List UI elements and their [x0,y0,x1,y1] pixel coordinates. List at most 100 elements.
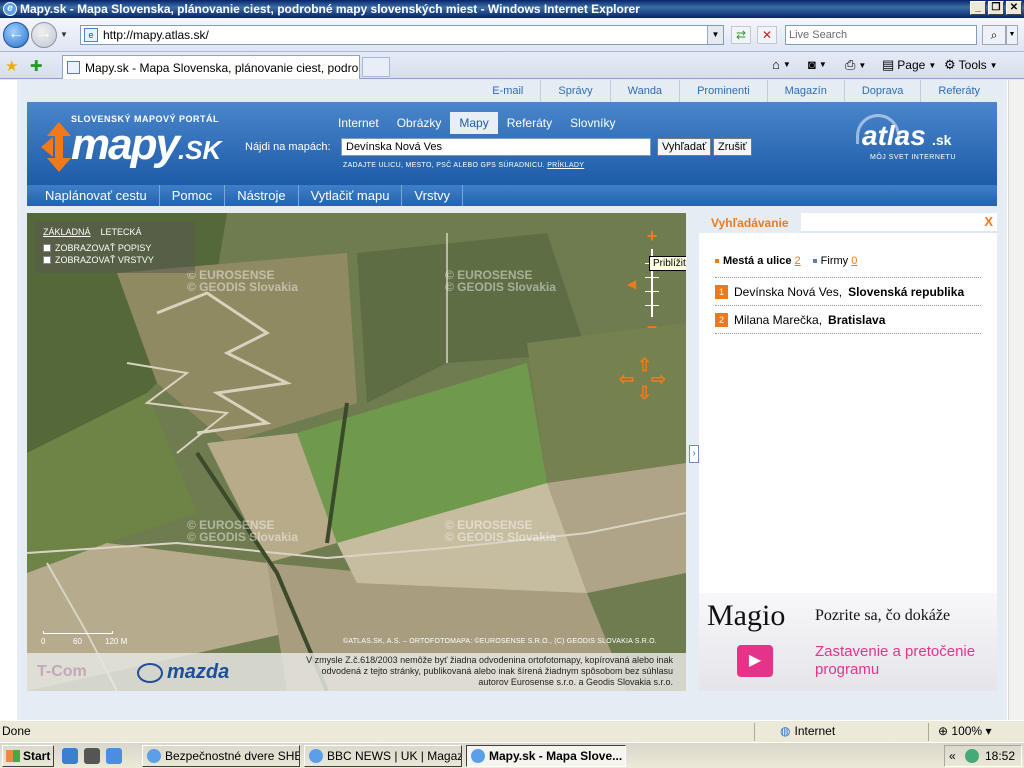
tray-expand-icon[interactable]: « [949,746,956,766]
status-divider [754,723,755,741]
search-tab-mapy[interactable]: Mapy [450,112,498,134]
site-header: SLOVENSKÝ MAPOVÝ PORTÁL mapy.SK Internet… [27,102,997,185]
list-item[interactable]: 2 Milana Marečka, Bratislava [715,306,981,334]
ie-logo-icon: e [3,2,17,16]
category-cities-count: 2 [794,255,801,267]
mazda-logo[interactable]: mazda [137,661,229,684]
home-icon: ⌂ [772,57,780,72]
map-watermark: © EUROSENSE © GEODIS Slovakia [187,519,298,543]
toplink-email[interactable]: E-mail [475,80,540,102]
home-button[interactable]: ⌂ ▼ [772,57,791,72]
map-footer: T-Com mazda V zmysle Z.č.618/2003 nemôže… [27,653,686,691]
menu-tools[interactable]: Nástroje [225,185,299,206]
show-layers-checkbox[interactable]: ZOBRAZOVAŤ VRSTVY [43,255,187,265]
list-item[interactable]: 1 Devínska Nová Ves, Slovenská republika [715,278,981,306]
map-type-basic[interactable]: ZÁKLADNÁ [43,227,91,237]
task-label: BBC NEWS | UK | Magazi... [327,749,462,763]
print-button[interactable]: ⎙ ▼ [845,57,866,73]
close-window-button[interactable]: ✕ [1006,1,1022,15]
menu-help[interactable]: Pomoc [160,185,226,206]
pan-up-icon[interactable]: ⇧ [637,355,652,376]
ad-line-2: programu [815,661,880,678]
menu-print-map[interactable]: Vytlačiť mapu [299,185,403,206]
search-tab-internet[interactable]: Internet [329,112,388,134]
ad-headline: Pozrite sa, čo dokáže [815,607,951,624]
scale-label-60: 60 [73,637,82,646]
result-name: Milana Marečka, [734,312,823,327]
network-icon[interactable] [965,749,979,763]
pan-right-icon[interactable]: ⇨ [651,369,666,390]
quicklaunch-ie-icon[interactable] [62,748,78,764]
favorites-star-icon[interactable]: ★ [5,57,18,75]
watermark-geodis: © GEODIS Slovakia [187,280,298,294]
feeds-button[interactable]: ◙ ▼ [808,57,827,72]
close-panel-button[interactable]: X [984,214,993,229]
cancel-button[interactable]: Zrušiť [713,138,752,156]
ad-line-1: Zastavenie a pretočenie [815,643,976,660]
category-cities-label: Mestá a ulice [723,255,792,267]
search-tab-obrazky[interactable]: Obrázky [388,112,451,134]
aerial-map[interactable]: © EUROSENSE © GEODIS Slovakia © EUROSENSE… [27,213,686,691]
search-options-icon[interactable]: ▼ [1006,25,1018,45]
menu-plan-route[interactable]: Naplánovať cestu [27,185,160,206]
start-button[interactable]: Start [2,745,54,767]
tools-menu-label: Tools [958,58,987,72]
panel-collapse-button[interactable]: › [689,445,699,463]
rotate-left-icon[interactable]: ◀ [627,277,636,291]
map-type-aerial[interactable]: LETECKÁ [101,227,142,237]
map-search-input[interactable]: Devínska Nová Ves [341,138,651,156]
toplink-referaty[interactable]: Referáty [920,80,997,102]
vertical-scrollbar[interactable] [1008,80,1024,720]
history-dropdown-icon[interactable]: ▼ [60,30,68,39]
back-button[interactable]: ← [3,22,29,48]
show-labels-checkbox[interactable]: ZOBRAZOVAŤ POPISY [43,243,187,253]
toplink-magazin[interactable]: Magazín [766,80,844,102]
result-number: 2 [715,312,728,327]
examples-link[interactable]: PRÍKLADY [547,162,584,169]
quicklaunch-browser-icon[interactable] [106,748,122,764]
forward-button[interactable]: → [31,22,57,48]
new-tab-button[interactable] [362,57,390,77]
search-button[interactable]: Vyhľadať [657,138,712,156]
pan-down-icon[interactable]: ⇩ [637,383,652,404]
magio-ad-banner[interactable]: Magio Pozrite sa, čo dokáže ▶ Zastavenie… [699,593,997,691]
tab-search[interactable]: Vyhľadávanie [699,213,801,233]
taskbar-item[interactable]: BBC NEWS | UK | Magazi... [304,745,462,767]
toplink-spravy[interactable]: Správy [540,80,609,102]
restore-button[interactable]: ❐ [988,1,1004,15]
gear-icon: ⚙ [944,57,956,72]
category-firms[interactable]: Firmy 0 [812,255,857,267]
stop-icon[interactable]: ✕ [757,26,777,44]
zoom-in-button[interactable]: + [644,227,660,245]
tab-mapy[interactable]: Mapy.sk - Mapa Slovenska, plánovanie cie… [62,55,360,79]
taskbar-item[interactable]: Bezpečnostné dvere SHE... [142,745,300,767]
zoom-out-button[interactable]: – [644,317,660,335]
refresh-icon[interactable]: ⇄ [731,26,751,44]
ie-icon [309,749,323,763]
toplink-doprava[interactable]: Doprava [843,80,921,102]
logo-arrow-icon [41,122,71,172]
pan-left-icon[interactable]: ⇦ [619,369,634,390]
zoom-level[interactable]: ⊕ 100% ▾ [938,724,991,738]
page-menu[interactable]: ▤ Page ▼ [882,57,936,73]
window-title-bar: e Mapy.sk - Mapa Slovenska, plánovanie c… [0,0,1024,18]
address-url[interactable]: http://mapy.atlas.sk/ [103,28,209,42]
address-dropdown-icon[interactable]: ▼ [707,26,723,44]
taskbar-item-active[interactable]: Mapy.sk - Mapa Slove... [466,745,626,767]
tcom-logo[interactable]: T-Com [37,663,87,681]
search-icon[interactable]: ⌕ [982,25,1006,45]
menu-layers[interactable]: Vrstvy [402,185,464,206]
quicklaunch-media-icon[interactable] [84,748,100,764]
tools-menu[interactable]: ⚙ Tools ▼ [944,57,998,73]
minimize-button[interactable]: _ [970,1,986,15]
search-tab-slovniky[interactable]: Slovníky [561,112,624,134]
live-search-input[interactable]: Live Search [785,25,977,45]
toplink-prominenti[interactable]: Prominenti [679,80,767,102]
add-favorites-icon[interactable]: ✚ [30,57,43,75]
toplink-wanda[interactable]: Wanda [609,80,679,102]
security-zone[interactable]: ◍ Internet [780,724,835,738]
zoom-tooltip: Priblížiť mapu [649,256,686,271]
category-cities[interactable]: Mestá a ulice 2 [715,255,801,267]
address-bar[interactable]: e http://mapy.atlas.sk/ ▼ [80,25,724,45]
search-tab-referaty[interactable]: Referáty [498,112,561,134]
